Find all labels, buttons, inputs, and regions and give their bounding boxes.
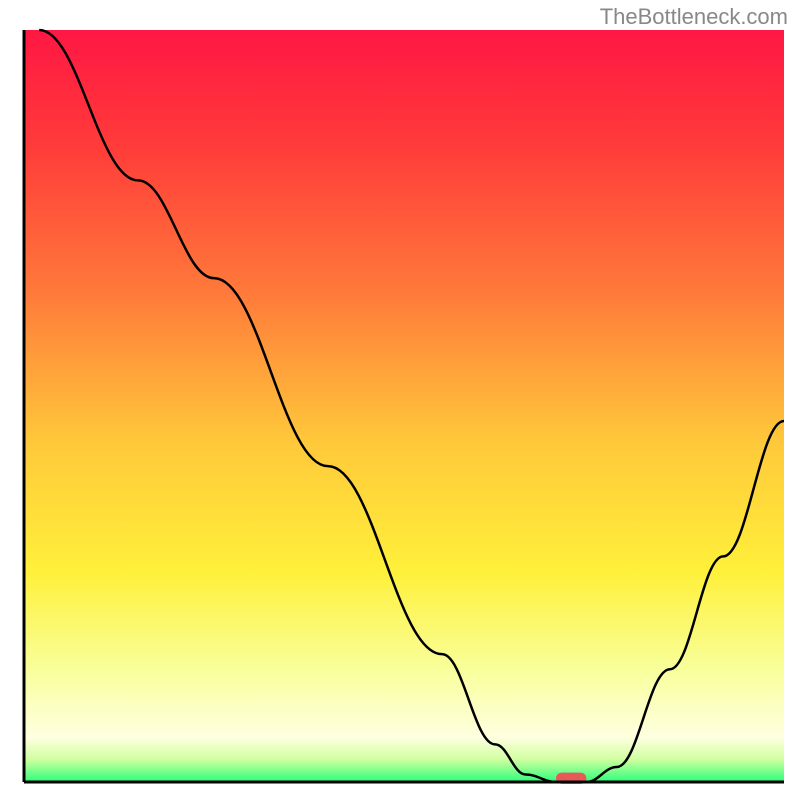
bottleneck-chart [0,0,800,800]
chart-container: TheBottleneck.com [0,0,800,800]
watermark-text: TheBottleneck.com [600,4,788,30]
